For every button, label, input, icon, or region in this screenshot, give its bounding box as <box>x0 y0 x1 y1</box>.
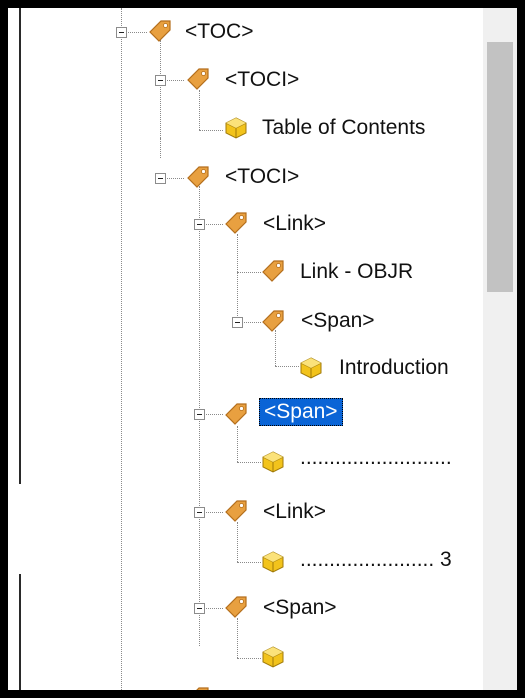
content-cube-icon <box>262 451 284 473</box>
tree-node-label[interactable]: .......................... <box>300 444 452 472</box>
collapse-toggle[interactable] <box>194 507 205 518</box>
tree-node-label[interactable]: Table of Contents <box>262 114 425 142</box>
tree-node-label[interactable]: <TOCI> <box>225 163 299 191</box>
tree-node-label[interactable]: Link - OBJR <box>300 258 413 286</box>
tree-node-label[interactable]: <TOCI> <box>225 66 299 94</box>
tag-icon <box>225 596 247 618</box>
tag-icon <box>149 20 171 42</box>
tag-icon <box>225 403 247 425</box>
scrollbar-thumb[interactable] <box>487 42 513 292</box>
tag-icon <box>187 68 209 90</box>
tree-node-label[interactable]: <Link> <box>263 210 326 238</box>
collapse-toggle[interactable] <box>116 27 127 38</box>
tree-node-label[interactable]: ....................... 3 <box>300 546 452 574</box>
tag-icon <box>187 166 209 188</box>
collapse-toggle[interactable] <box>232 317 243 328</box>
collapse-toggle[interactable] <box>155 75 166 86</box>
tree-node-label[interactable]: <Span> <box>263 594 337 622</box>
tree-node-label[interactable]: <TOC> <box>185 18 253 46</box>
vertical-scrollbar[interactable] <box>483 8 517 690</box>
tree-node-label[interactable]: <Span> <box>301 307 375 335</box>
tag-icon <box>196 687 209 690</box>
content-cube-icon <box>262 646 284 668</box>
tags-tree-panel: <TOC> <TOCI> Table of Contents <TOCI> <L… <box>8 8 517 690</box>
collapse-toggle[interactable] <box>194 603 205 614</box>
collapse-toggle[interactable] <box>194 219 205 230</box>
panel-border-line <box>19 574 21 690</box>
tag-icon <box>225 500 247 522</box>
tag-icon <box>262 260 284 282</box>
tree-node-label-selected[interactable]: <Span> <box>259 398 343 426</box>
tree-node-label[interactable]: Introduction <box>339 354 449 382</box>
tree-node-label[interactable]: <Link> <box>263 498 326 526</box>
tag-icon <box>225 212 247 234</box>
content-cube-icon <box>300 357 322 379</box>
panel-border-line <box>19 8 21 484</box>
tag-icon <box>262 310 284 332</box>
collapse-toggle[interactable] <box>194 409 205 420</box>
collapse-toggle[interactable] <box>155 173 166 184</box>
content-cube-icon <box>225 117 247 139</box>
content-cube-icon <box>262 551 284 573</box>
